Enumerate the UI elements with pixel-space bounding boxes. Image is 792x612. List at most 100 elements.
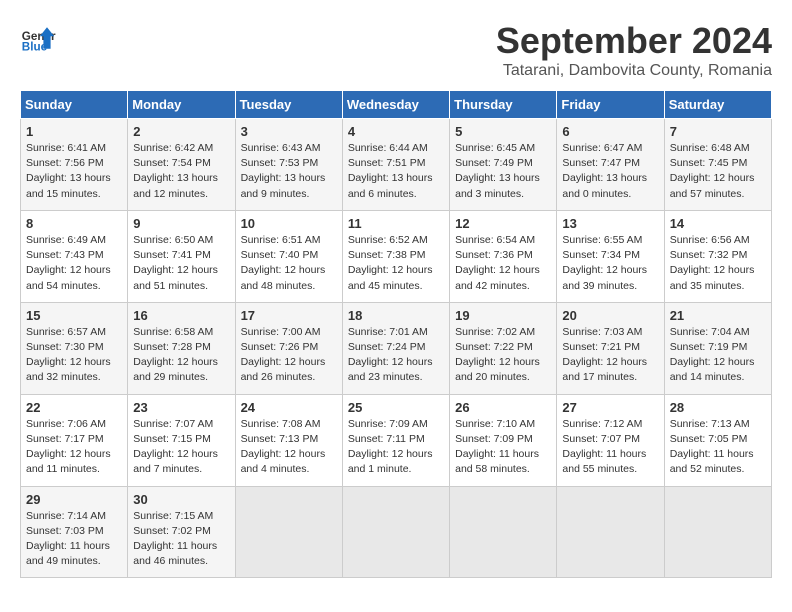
calendar-cell: 9 Sunrise: 6:50 AM Sunset: 7:41 PM Daylig… <box>128 210 235 302</box>
calendar-cell: 8 Sunrise: 6:49 AM Sunset: 7:43 PM Daylig… <box>21 210 128 302</box>
day-info: Sunrise: 6:44 AM Sunset: 7:51 PM Dayligh… <box>348 141 444 202</box>
day-number: 29 <box>26 492 122 507</box>
day-number: 30 <box>133 492 229 507</box>
col-header-monday: Monday <box>128 91 235 119</box>
day-info: Sunrise: 6:57 AM Sunset: 7:30 PM Dayligh… <box>26 325 122 386</box>
day-info: Sunrise: 6:51 AM Sunset: 7:40 PM Dayligh… <box>241 233 337 294</box>
day-info: Sunrise: 7:14 AM Sunset: 7:03 PM Dayligh… <box>26 509 122 570</box>
title-block: September 2024 Tatarani, Dambovita Count… <box>496 20 772 80</box>
day-number: 13 <box>562 216 658 231</box>
day-number: 15 <box>26 308 122 323</box>
calendar-cell: 24Sunrise: 7:08 AM Sunset: 7:13 PM Dayli… <box>235 394 342 486</box>
day-info: Sunrise: 6:50 AM Sunset: 7:41 PM Dayligh… <box>133 233 229 294</box>
day-number: 6 <box>562 124 658 139</box>
calendar-cell: 21 Sunrise: 7:04 AM Sunset: 7:19 PM Dayli… <box>664 302 771 394</box>
calendar-week-1: 1Sunrise: 6:41 AM Sunset: 7:56 PM Daylig… <box>21 119 772 211</box>
day-number: 19 <box>455 308 551 323</box>
calendar-cell: 19 Sunrise: 7:02 AM Sunset: 7:22 PM Dayli… <box>450 302 557 394</box>
day-number: 5 <box>455 124 551 139</box>
day-number: 14 <box>670 216 766 231</box>
calendar-cell: 2 Sunrise: 6:42 AM Sunset: 7:54 PM Daylig… <box>128 119 235 211</box>
location-subtitle: Tatarani, Dambovita County, Romania <box>496 62 772 80</box>
calendar-cell: 18Sunrise: 7:01 AM Sunset: 7:24 PM Dayli… <box>342 302 449 394</box>
calendar-cell: 15 Sunrise: 6:57 AM Sunset: 7:30 PM Dayli… <box>21 302 128 394</box>
day-number: 11 <box>348 216 444 231</box>
day-number: 7 <box>670 124 766 139</box>
day-info: Sunrise: 7:00 AM Sunset: 7:26 PM Dayligh… <box>241 325 337 386</box>
day-number: 25 <box>348 400 444 415</box>
day-info: Sunrise: 6:56 AM Sunset: 7:32 PM Dayligh… <box>670 233 766 294</box>
day-number: 17 <box>241 308 337 323</box>
day-number: 22 <box>26 400 122 415</box>
calendar-cell <box>450 486 557 578</box>
calendar-cell: 26 Sunrise: 7:10 AM Sunset: 7:09 PM Dayli… <box>450 394 557 486</box>
calendar-cell: 20 Sunrise: 7:03 AM Sunset: 7:21 PM Dayli… <box>557 302 664 394</box>
logo-icon: General Blue <box>20 20 56 56</box>
day-number: 3 <box>241 124 337 139</box>
calendar-week-5: 29 Sunrise: 7:14 AM Sunset: 7:03 PM Dayli… <box>21 486 772 578</box>
day-number: 23 <box>133 400 229 415</box>
day-number: 16 <box>133 308 229 323</box>
day-info: Sunrise: 6:47 AM Sunset: 7:47 PM Dayligh… <box>562 141 658 202</box>
day-info: Sunrise: 7:04 AM Sunset: 7:19 PM Dayligh… <box>670 325 766 386</box>
calendar-cell: 1Sunrise: 6:41 AM Sunset: 7:56 PM Daylig… <box>21 119 128 211</box>
day-number: 21 <box>670 308 766 323</box>
day-info: Sunrise: 6:58 AM Sunset: 7:28 PM Dayligh… <box>133 325 229 386</box>
day-info: Sunrise: 7:15 AM Sunset: 7:02 PM Dayligh… <box>133 509 229 570</box>
day-info: Sunrise: 6:49 AM Sunset: 7:43 PM Dayligh… <box>26 233 122 294</box>
calendar-cell: 25 Sunrise: 7:09 AM Sunset: 7:11 PM Dayli… <box>342 394 449 486</box>
day-info: Sunrise: 6:42 AM Sunset: 7:54 PM Dayligh… <box>133 141 229 202</box>
day-number: 26 <box>455 400 551 415</box>
calendar-cell: 16 Sunrise: 6:58 AM Sunset: 7:28 PM Dayli… <box>128 302 235 394</box>
calendar-cell: 11Sunrise: 6:52 AM Sunset: 7:38 PM Dayli… <box>342 210 449 302</box>
day-info: Sunrise: 6:48 AM Sunset: 7:45 PM Dayligh… <box>670 141 766 202</box>
calendar-week-3: 15 Sunrise: 6:57 AM Sunset: 7:30 PM Dayli… <box>21 302 772 394</box>
calendar-cell <box>664 486 771 578</box>
page-header: General Blue September 2024 Tatarani, Da… <box>20 20 772 80</box>
calendar-week-2: 8 Sunrise: 6:49 AM Sunset: 7:43 PM Daylig… <box>21 210 772 302</box>
day-info: Sunrise: 6:41 AM Sunset: 7:56 PM Dayligh… <box>26 141 122 202</box>
day-info: Sunrise: 7:09 AM Sunset: 7:11 PM Dayligh… <box>348 417 444 478</box>
logo: General Blue <box>20 20 56 56</box>
day-number: 10 <box>241 216 337 231</box>
day-info: Sunrise: 7:06 AM Sunset: 7:17 PM Dayligh… <box>26 417 122 478</box>
calendar-cell: 22 Sunrise: 7:06 AM Sunset: 7:17 PM Dayli… <box>21 394 128 486</box>
day-info: Sunrise: 7:02 AM Sunset: 7:22 PM Dayligh… <box>455 325 551 386</box>
calendar-cell <box>342 486 449 578</box>
day-number: 2 <box>133 124 229 139</box>
day-info: Sunrise: 7:12 AM Sunset: 7:07 PM Dayligh… <box>562 417 658 478</box>
calendar-cell: 10 Sunrise: 6:51 AM Sunset: 7:40 PM Dayli… <box>235 210 342 302</box>
calendar-cell <box>557 486 664 578</box>
calendar-cell: 23 Sunrise: 7:07 AM Sunset: 7:15 PM Dayli… <box>128 394 235 486</box>
calendar-cell: 6 Sunrise: 6:47 AM Sunset: 7:47 PM Daylig… <box>557 119 664 211</box>
col-header-wednesday: Wednesday <box>342 91 449 119</box>
calendar-week-4: 22 Sunrise: 7:06 AM Sunset: 7:17 PM Dayli… <box>21 394 772 486</box>
day-number: 4 <box>348 124 444 139</box>
day-info: Sunrise: 7:10 AM Sunset: 7:09 PM Dayligh… <box>455 417 551 478</box>
calendar-cell: 27 Sunrise: 7:12 AM Sunset: 7:07 PM Dayli… <box>557 394 664 486</box>
day-info: Sunrise: 6:54 AM Sunset: 7:36 PM Dayligh… <box>455 233 551 294</box>
calendar-cell: 7 Sunrise: 6:48 AM Sunset: 7:45 PM Daylig… <box>664 119 771 211</box>
calendar-table: SundayMondayTuesdayWednesdayThursdayFrid… <box>20 90 772 578</box>
calendar-cell: 30 Sunrise: 7:15 AM Sunset: 7:02 PM Dayli… <box>128 486 235 578</box>
day-number: 9 <box>133 216 229 231</box>
day-number: 12 <box>455 216 551 231</box>
day-info: Sunrise: 6:45 AM Sunset: 7:49 PM Dayligh… <box>455 141 551 202</box>
day-info: Sunrise: 6:55 AM Sunset: 7:34 PM Dayligh… <box>562 233 658 294</box>
calendar-header-row: SundayMondayTuesdayWednesdayThursdayFrid… <box>21 91 772 119</box>
calendar-cell: 13 Sunrise: 6:55 AM Sunset: 7:34 PM Dayli… <box>557 210 664 302</box>
day-info: Sunrise: 7:07 AM Sunset: 7:15 PM Dayligh… <box>133 417 229 478</box>
day-info: Sunrise: 7:03 AM Sunset: 7:21 PM Dayligh… <box>562 325 658 386</box>
calendar-cell: 4 Sunrise: 6:44 AM Sunset: 7:51 PM Daylig… <box>342 119 449 211</box>
calendar-cell: 29 Sunrise: 7:14 AM Sunset: 7:03 PM Dayli… <box>21 486 128 578</box>
day-info: Sunrise: 6:43 AM Sunset: 7:53 PM Dayligh… <box>241 141 337 202</box>
calendar-cell: 3 Sunrise: 6:43 AM Sunset: 7:53 PM Daylig… <box>235 119 342 211</box>
month-title: September 2024 <box>496 20 772 62</box>
day-number: 18 <box>348 308 444 323</box>
day-number: 27 <box>562 400 658 415</box>
day-number: 8 <box>26 216 122 231</box>
day-number: 20 <box>562 308 658 323</box>
col-header-thursday: Thursday <box>450 91 557 119</box>
col-header-sunday: Sunday <box>21 91 128 119</box>
calendar-cell: 17 Sunrise: 7:00 AM Sunset: 7:26 PM Dayli… <box>235 302 342 394</box>
